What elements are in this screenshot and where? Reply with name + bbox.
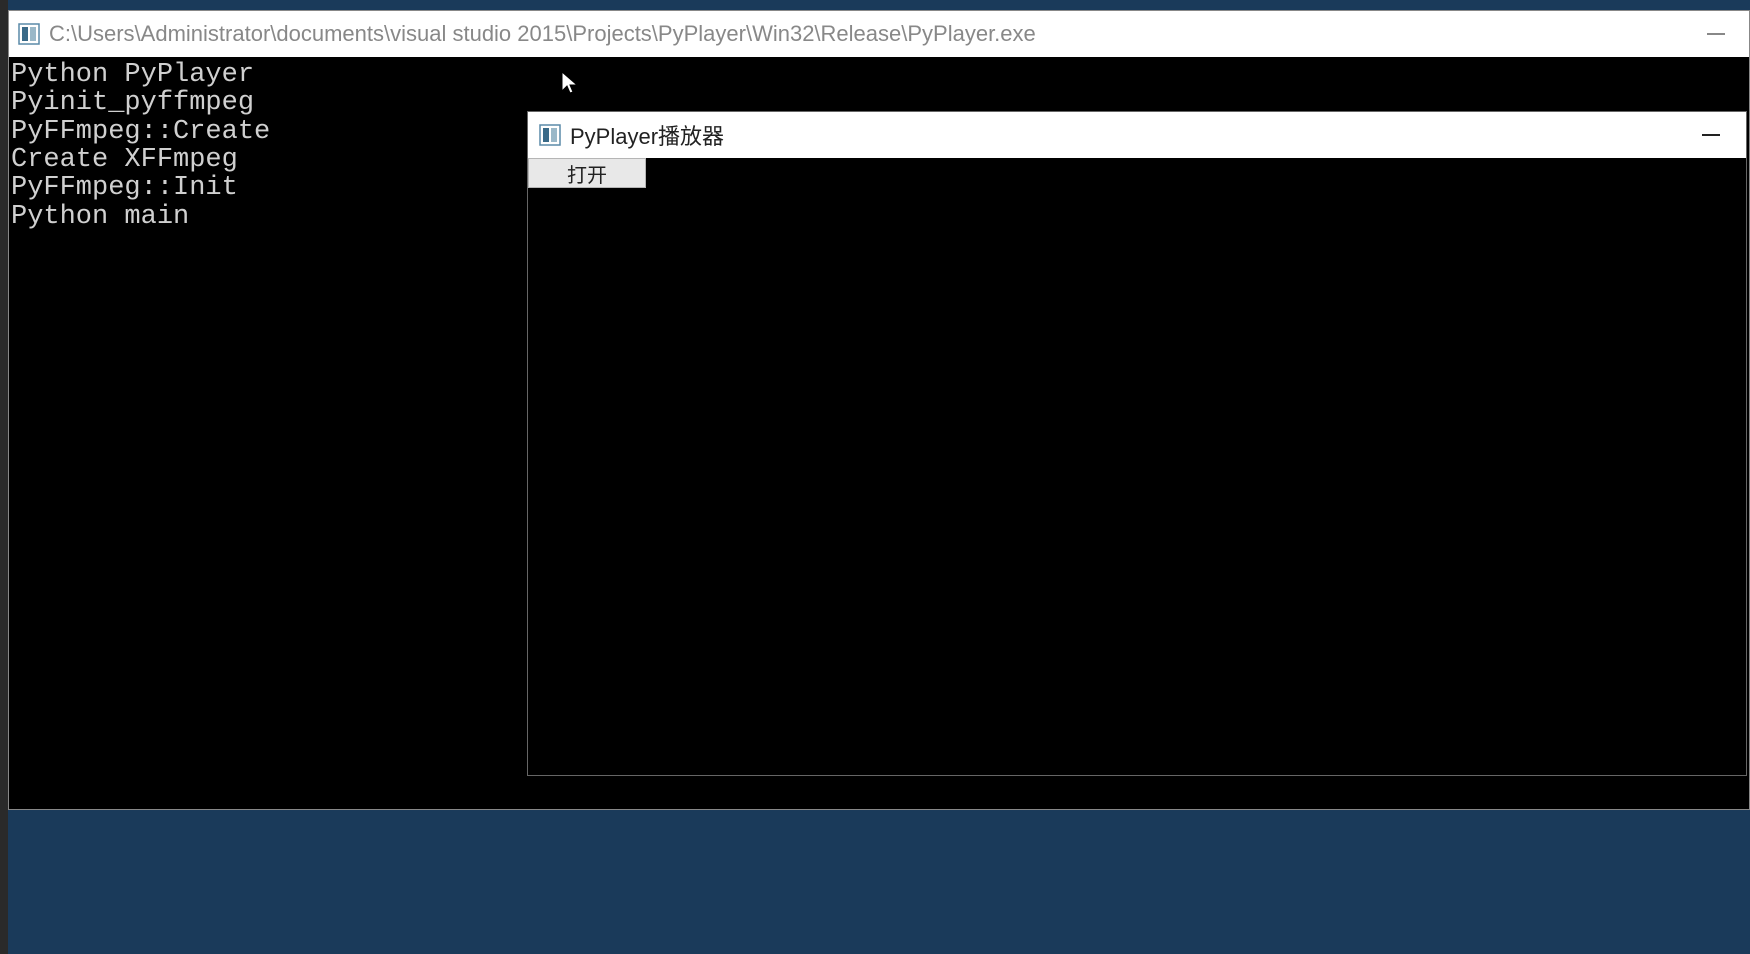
- console-line: Python PyPlayer: [11, 61, 1747, 89]
- player-title-text: PyPlayer播放器: [570, 119, 1686, 151]
- desktop-background: [0, 810, 1750, 954]
- mouse-cursor-icon: [561, 71, 579, 97]
- open-button-label: 打开: [567, 159, 607, 188]
- console-title-text: C:\Users\Administrator\documents\visual …: [49, 21, 1691, 47]
- open-button[interactable]: 打开: [528, 158, 646, 188]
- player-video-area: 打开: [528, 158, 1746, 775]
- player-app-icon: [538, 123, 562, 147]
- player-minimize-button[interactable]: [1686, 115, 1736, 155]
- console-titlebar[interactable]: C:\Users\Administrator\documents\visual …: [9, 11, 1749, 57]
- player-window: PyPlayer播放器 打开: [527, 111, 1747, 776]
- minimize-icon: [1702, 134, 1720, 136]
- left-edge-strip: [0, 0, 8, 954]
- console-app-icon: [17, 22, 41, 46]
- player-titlebar[interactable]: PyPlayer播放器: [528, 112, 1746, 158]
- minimize-icon: [1707, 33, 1725, 35]
- console-minimize-button[interactable]: [1691, 14, 1741, 54]
